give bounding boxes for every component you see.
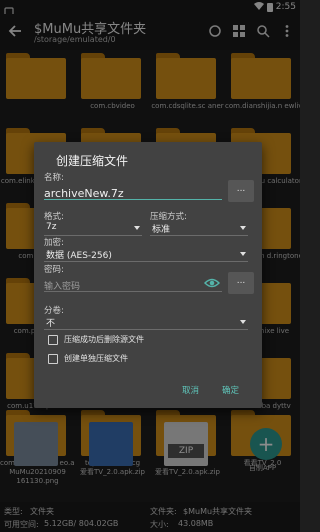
delete-source-checkbox[interactable] — [48, 334, 58, 345]
dropdown-caret-icon — [240, 320, 246, 324]
separate-archive-checkbox[interactable] — [48, 353, 58, 364]
encryption-select[interactable]: 数据 (AES-256) — [44, 246, 248, 262]
split-value: 不 — [46, 319, 56, 329]
dialog-title: 创建压缩文件 — [56, 154, 129, 168]
compression-select[interactable]: 标准 — [150, 220, 248, 236]
dropdown-caret-icon — [240, 252, 246, 256]
compression-value: 标准 — [152, 225, 171, 235]
create-archive-dialog: 创建压缩文件 名称: ... 格式: 7z 压缩方式: 标准 加密: 数据 (A… — [34, 142, 262, 408]
separate-archive-label: 创建单独压缩文件 — [64, 354, 128, 363]
cancel-button[interactable]: 取消 — [182, 384, 199, 396]
dropdown-caret-icon — [240, 226, 246, 230]
password-input[interactable] — [44, 278, 194, 296]
browse-destination-button[interactable]: ... — [228, 180, 254, 202]
delete-source-label: 压缩成功后删除源文件 — [64, 335, 144, 344]
password-options-button[interactable]: ... — [228, 272, 254, 294]
split-select[interactable]: 不 — [44, 314, 248, 330]
eye-icon[interactable] — [203, 275, 221, 289]
encryption-value: 数据 (AES-256) — [46, 251, 112, 261]
archive-name-input[interactable] — [44, 185, 222, 202]
password-field[interactable] — [44, 274, 222, 296]
dropdown-caret-icon — [134, 226, 140, 230]
format-value: 7z — [46, 222, 57, 232]
ok-button[interactable]: 确定 — [222, 384, 239, 396]
separate-archive-option[interactable]: 创建单独压缩文件 — [48, 353, 128, 364]
delete-source-option[interactable]: 压缩成功后删除源文件 — [48, 334, 144, 345]
format-select[interactable]: 7z — [44, 220, 142, 236]
archive-name-field[interactable] — [44, 182, 222, 202]
